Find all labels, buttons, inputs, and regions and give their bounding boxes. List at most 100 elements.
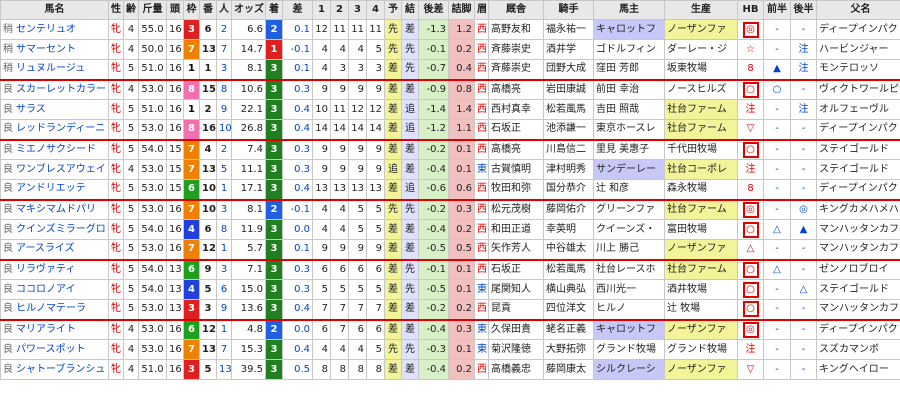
table-row[interactable]: 良アースライズ牝 5 53.0 16 7 12 1 5.7 3 0.1 9 9 9 9 差差 -0.5 0.5 西…	[0, 239, 900, 260]
table-row[interactable]: 稍サマーセント牝 4 50.0 16 7 13 7 14.7 1 -0.1 4 4 4 5 先先 -0.1 0.…	[0, 39, 900, 60]
cell-chichi[interactable]: オルフェーヴル	[816, 99, 900, 120]
cell-chichi[interactable]: ディープインパクト	[816, 19, 900, 40]
column-header[interactable]: 着	[265, 0, 283, 20]
cell-name[interactable]: 良アースライズ	[0, 239, 109, 260]
cell-chichi[interactable]: ステイゴールド	[816, 279, 900, 300]
column-header[interactable]: 騎手	[543, 0, 594, 20]
horse-name[interactable]: シャトーブランシュ	[16, 364, 105, 375]
cell-chichi[interactable]: ハービンジャー	[816, 39, 900, 60]
column-header[interactable]: 差	[282, 0, 313, 20]
cell-chichi[interactable]: モンテロッソ	[816, 59, 900, 80]
horse-name[interactable]: レッドランディーニ	[16, 123, 105, 134]
cell-name[interactable]: 良ミエノサクシード	[0, 138, 109, 160]
cell-name[interactable]: 稍リュヌルージュ	[0, 59, 109, 80]
column-header[interactable]: 前半	[763, 0, 791, 20]
cell-kishu[interactable]: 福永祐一	[543, 19, 594, 40]
horse-name[interactable]: センテリュオ	[16, 24, 76, 35]
cell-chichi[interactable]: ヴィクトワールピサ	[816, 78, 900, 100]
cell-kishu[interactable]: 川島信二	[543, 138, 594, 160]
table-row[interactable]: 良リラヴァティ牝 5 54.0 13 6 9 3 7.1 3 0.3 6 6 6 6 差先 -0.1 0.1 西石…	[0, 258, 900, 280]
cell-name[interactable]: 良ココロノアイ	[0, 279, 109, 300]
cell-name[interactable]: 良ヒルノマテーラ	[0, 299, 109, 320]
cell-kishu[interactable]: 酒井学	[543, 39, 594, 60]
column-header[interactable]: 結	[401, 0, 419, 20]
column-header[interactable]: 枠	[183, 0, 200, 20]
table-row[interactable]: 稍リュヌルージュ牝 5 51.0 16 1 1 3 8.1 3 0.1 4 3 3 3 差先 -0.7 0.4 西…	[0, 59, 900, 80]
cell-name[interactable]: 良レッドランディーニ	[0, 119, 109, 140]
cell-name[interactable]: 良パワースポット	[0, 339, 109, 360]
cell-chichi[interactable]: ゼンノロブロイ	[816, 258, 900, 280]
column-header[interactable]: 生産	[664, 0, 738, 20]
column-header[interactable]: 厩舎	[488, 0, 544, 20]
cell-chichi[interactable]: ディープインパクト	[816, 119, 900, 140]
table-row[interactable]: 良ヒルノマテーラ牝 5 53.0 13 3 3 9 13.6 3 0.4 7 7 7 7 差差 -0.2 0.2…	[0, 299, 900, 320]
cell-chichi[interactable]: ステイゴールド	[816, 138, 900, 160]
cell-kishu[interactable]: 蛯名正義	[543, 318, 594, 340]
horse-name[interactable]: アンドリエッテ	[16, 183, 86, 194]
horse-name[interactable]: サマーセント	[16, 44, 76, 55]
table-row[interactable]: 良パワースポット牝 4 53.0 16 7 13 7 15.3 3 0.4 4 4 4 5 先先 -0.3 0.…	[0, 339, 900, 360]
cell-kishu[interactable]: 藤岡佑介	[543, 198, 594, 220]
cell-kishu[interactable]: 大野拓弥	[543, 339, 594, 360]
cell-name[interactable]: 良マリアライト	[0, 318, 109, 340]
table-row[interactable]: 良ココロノアイ牝 5 54.0 13 4 5 6 15.0 3 0.3 5 5 5 5 差先 -0.5 0.1 東…	[0, 279, 900, 300]
horse-name[interactable]: サラス	[16, 104, 46, 115]
horse-name[interactable]: ミエノサクシード	[16, 144, 96, 155]
cell-name[interactable]: 稍センテリュオ	[0, 19, 109, 40]
horse-name[interactable]: ヒルノマテーラ	[16, 303, 86, 314]
cell-name[interactable]: 良リラヴァティ	[0, 258, 109, 280]
cell-chichi[interactable]: ディープインパクト	[816, 318, 900, 340]
cell-chichi[interactable]: ディープインパクト	[816, 179, 900, 200]
column-header[interactable]: 2	[330, 0, 349, 20]
column-header[interactable]: 後半	[790, 0, 817, 20]
column-header[interactable]: 馬名	[0, 0, 109, 20]
column-header[interactable]: 3	[348, 0, 367, 20]
column-header[interactable]: 人	[216, 0, 232, 20]
cell-kishu[interactable]: 岩田康誠	[543, 78, 594, 100]
column-header[interactable]: オッズ	[231, 0, 266, 20]
column-header[interactable]: 頭	[166, 0, 184, 20]
cell-name[interactable]: 良クインズミラーグロ	[0, 219, 109, 240]
horse-name[interactable]: スカーレットカラー	[16, 84, 106, 95]
column-header[interactable]: 眉	[474, 0, 489, 20]
cell-kishu[interactable]: 津村明秀	[543, 159, 594, 180]
cell-name[interactable]: 良シャトーブランシュ	[0, 359, 109, 380]
cell-kishu[interactable]: 松若風馬	[543, 258, 594, 280]
table-row[interactable]: 良シャトーブランシュ牝 4 51.0 16 3 5 13 39.5 3 0.5 8 8 8 8 差差 -0.4…	[0, 359, 900, 380]
table-row[interactable]: 良ワンブレスアウェイ牝 4 53.0 15 7 13 5 11.1 3 0.3 9 9 9 9 追差 -0.4…	[0, 159, 900, 180]
horse-name[interactable]: マリアライト	[16, 324, 76, 335]
column-header[interactable]: 4	[366, 0, 385, 20]
horse-name[interactable]: パワースポット	[16, 344, 86, 355]
cell-name[interactable]: 良サラス	[0, 99, 109, 120]
cell-kishu[interactable]: 横山典弘	[543, 279, 594, 300]
table-row[interactable]: 良マキシマムドパリ牝 5 53.0 16 7 10 3 8.1 2 -0.1 4 4 5 5 先先 -0.2 0…	[0, 198, 900, 220]
cell-kishu[interactable]: 松若風馬	[543, 99, 594, 120]
table-row[interactable]: 良クインズミラーグロ牝 5 54.0 16 4 6 8 11.9 3 0.0 4 4 5 5 差差 -0.4 0…	[0, 219, 900, 240]
column-header[interactable]: 馬主	[593, 0, 665, 20]
column-header[interactable]: 性	[108, 0, 124, 20]
horse-name[interactable]: クインズミラーグロ	[16, 224, 106, 235]
cell-kishu[interactable]: 中谷雄太	[543, 239, 594, 260]
cell-chichi[interactable]: キングヘイロー	[816, 359, 900, 380]
cell-kishu[interactable]: 四位洋文	[543, 299, 594, 320]
cell-chichi[interactable]: マンハッタンカフェ	[816, 239, 900, 260]
cell-name[interactable]: 稍サマーセント	[0, 39, 109, 60]
table-row[interactable]: 良アンドリエッテ牝 5 53.0 15 6 10 1 17.1 3 0.4 13 13 13 13 差追 -0…	[0, 179, 900, 200]
horse-name[interactable]: ワンブレスアウェイ	[16, 164, 106, 175]
table-row[interactable]: 稍センテリュオ牝 4 55.0 16 3 6 2 6.6 2 0.1 12 11 11 11 先差 -1.3 1…	[0, 19, 900, 40]
cell-chichi[interactable]: マンハッタンカフェ	[816, 219, 900, 240]
cell-kishu[interactable]: 藤岡康太	[543, 359, 594, 380]
column-header[interactable]: 齢	[123, 0, 139, 20]
horse-name[interactable]: リュヌルージュ	[16, 63, 85, 74]
cell-chichi[interactable]: スズカマンボ	[816, 339, 900, 360]
column-header[interactable]: 1	[312, 0, 331, 20]
column-header[interactable]: 予	[384, 0, 402, 20]
column-header[interactable]: 後差	[418, 0, 449, 20]
cell-name[interactable]: 良マキシマムドパリ	[0, 198, 109, 220]
horse-name[interactable]: アースライズ	[16, 243, 75, 254]
horse-name[interactable]: マキシマムドパリ	[16, 204, 96, 215]
cell-chichi[interactable]: キングカメハメハ	[816, 198, 900, 220]
table-row[interactable]: 良レッドランディーニ牝 5 53.0 16 8 16 10 26.8 3 0.4 14 14 14 14 差…	[0, 119, 900, 140]
column-header[interactable]: 番	[199, 0, 217, 20]
cell-name[interactable]: 良アンドリエッテ	[0, 179, 109, 200]
